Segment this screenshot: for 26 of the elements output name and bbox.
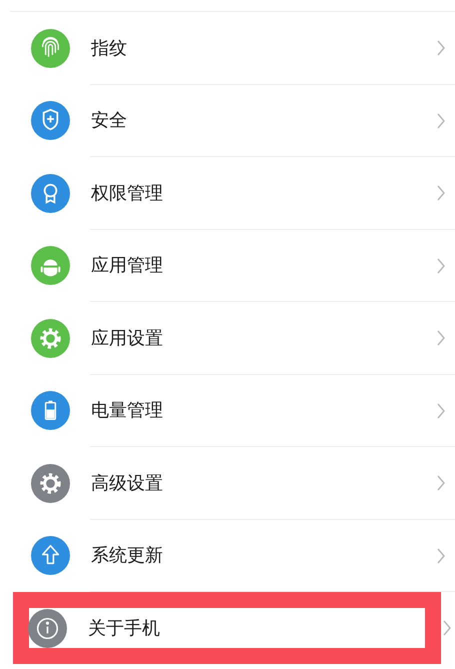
chevron-icon bbox=[437, 185, 445, 202]
settings-row[interactable]: 应用管理 bbox=[0, 230, 455, 302]
item-label: 指纹 bbox=[91, 36, 127, 61]
item-label: 高级设置 bbox=[91, 472, 163, 496]
item-label: 安全 bbox=[91, 109, 127, 134]
settings-row[interactable]: 应用设置 bbox=[0, 302, 455, 374]
settings-row[interactable]: 电量管理 bbox=[0, 374, 455, 447]
item-label: 应用设置 bbox=[91, 326, 163, 351]
item-label: 权限管理 bbox=[91, 182, 163, 206]
settings-row[interactable]: 高级设置 bbox=[0, 447, 455, 520]
settings-row[interactable]: 关于手机 bbox=[0, 592, 455, 664]
settings-row[interactable]: 权限管理 bbox=[0, 157, 455, 230]
item-label: 系统更新 bbox=[91, 544, 163, 568]
item-label: 应用管理 bbox=[91, 254, 163, 278]
chevron-icon bbox=[437, 112, 445, 129]
chevron-icon bbox=[437, 402, 445, 419]
chevron-icon bbox=[437, 475, 445, 492]
chevron-icon bbox=[437, 258, 445, 274]
settings-row[interactable]: 安全 bbox=[0, 84, 455, 157]
chevron-icon bbox=[443, 620, 451, 636]
settings-row[interactable]: 指纹 bbox=[0, 12, 455, 84]
item-label: 电量管理 bbox=[91, 399, 163, 424]
chevron-icon bbox=[437, 548, 445, 564]
chevron-icon bbox=[437, 330, 445, 346]
chevron-icon bbox=[437, 40, 445, 56]
item-label: 关于手机 bbox=[88, 616, 160, 641]
